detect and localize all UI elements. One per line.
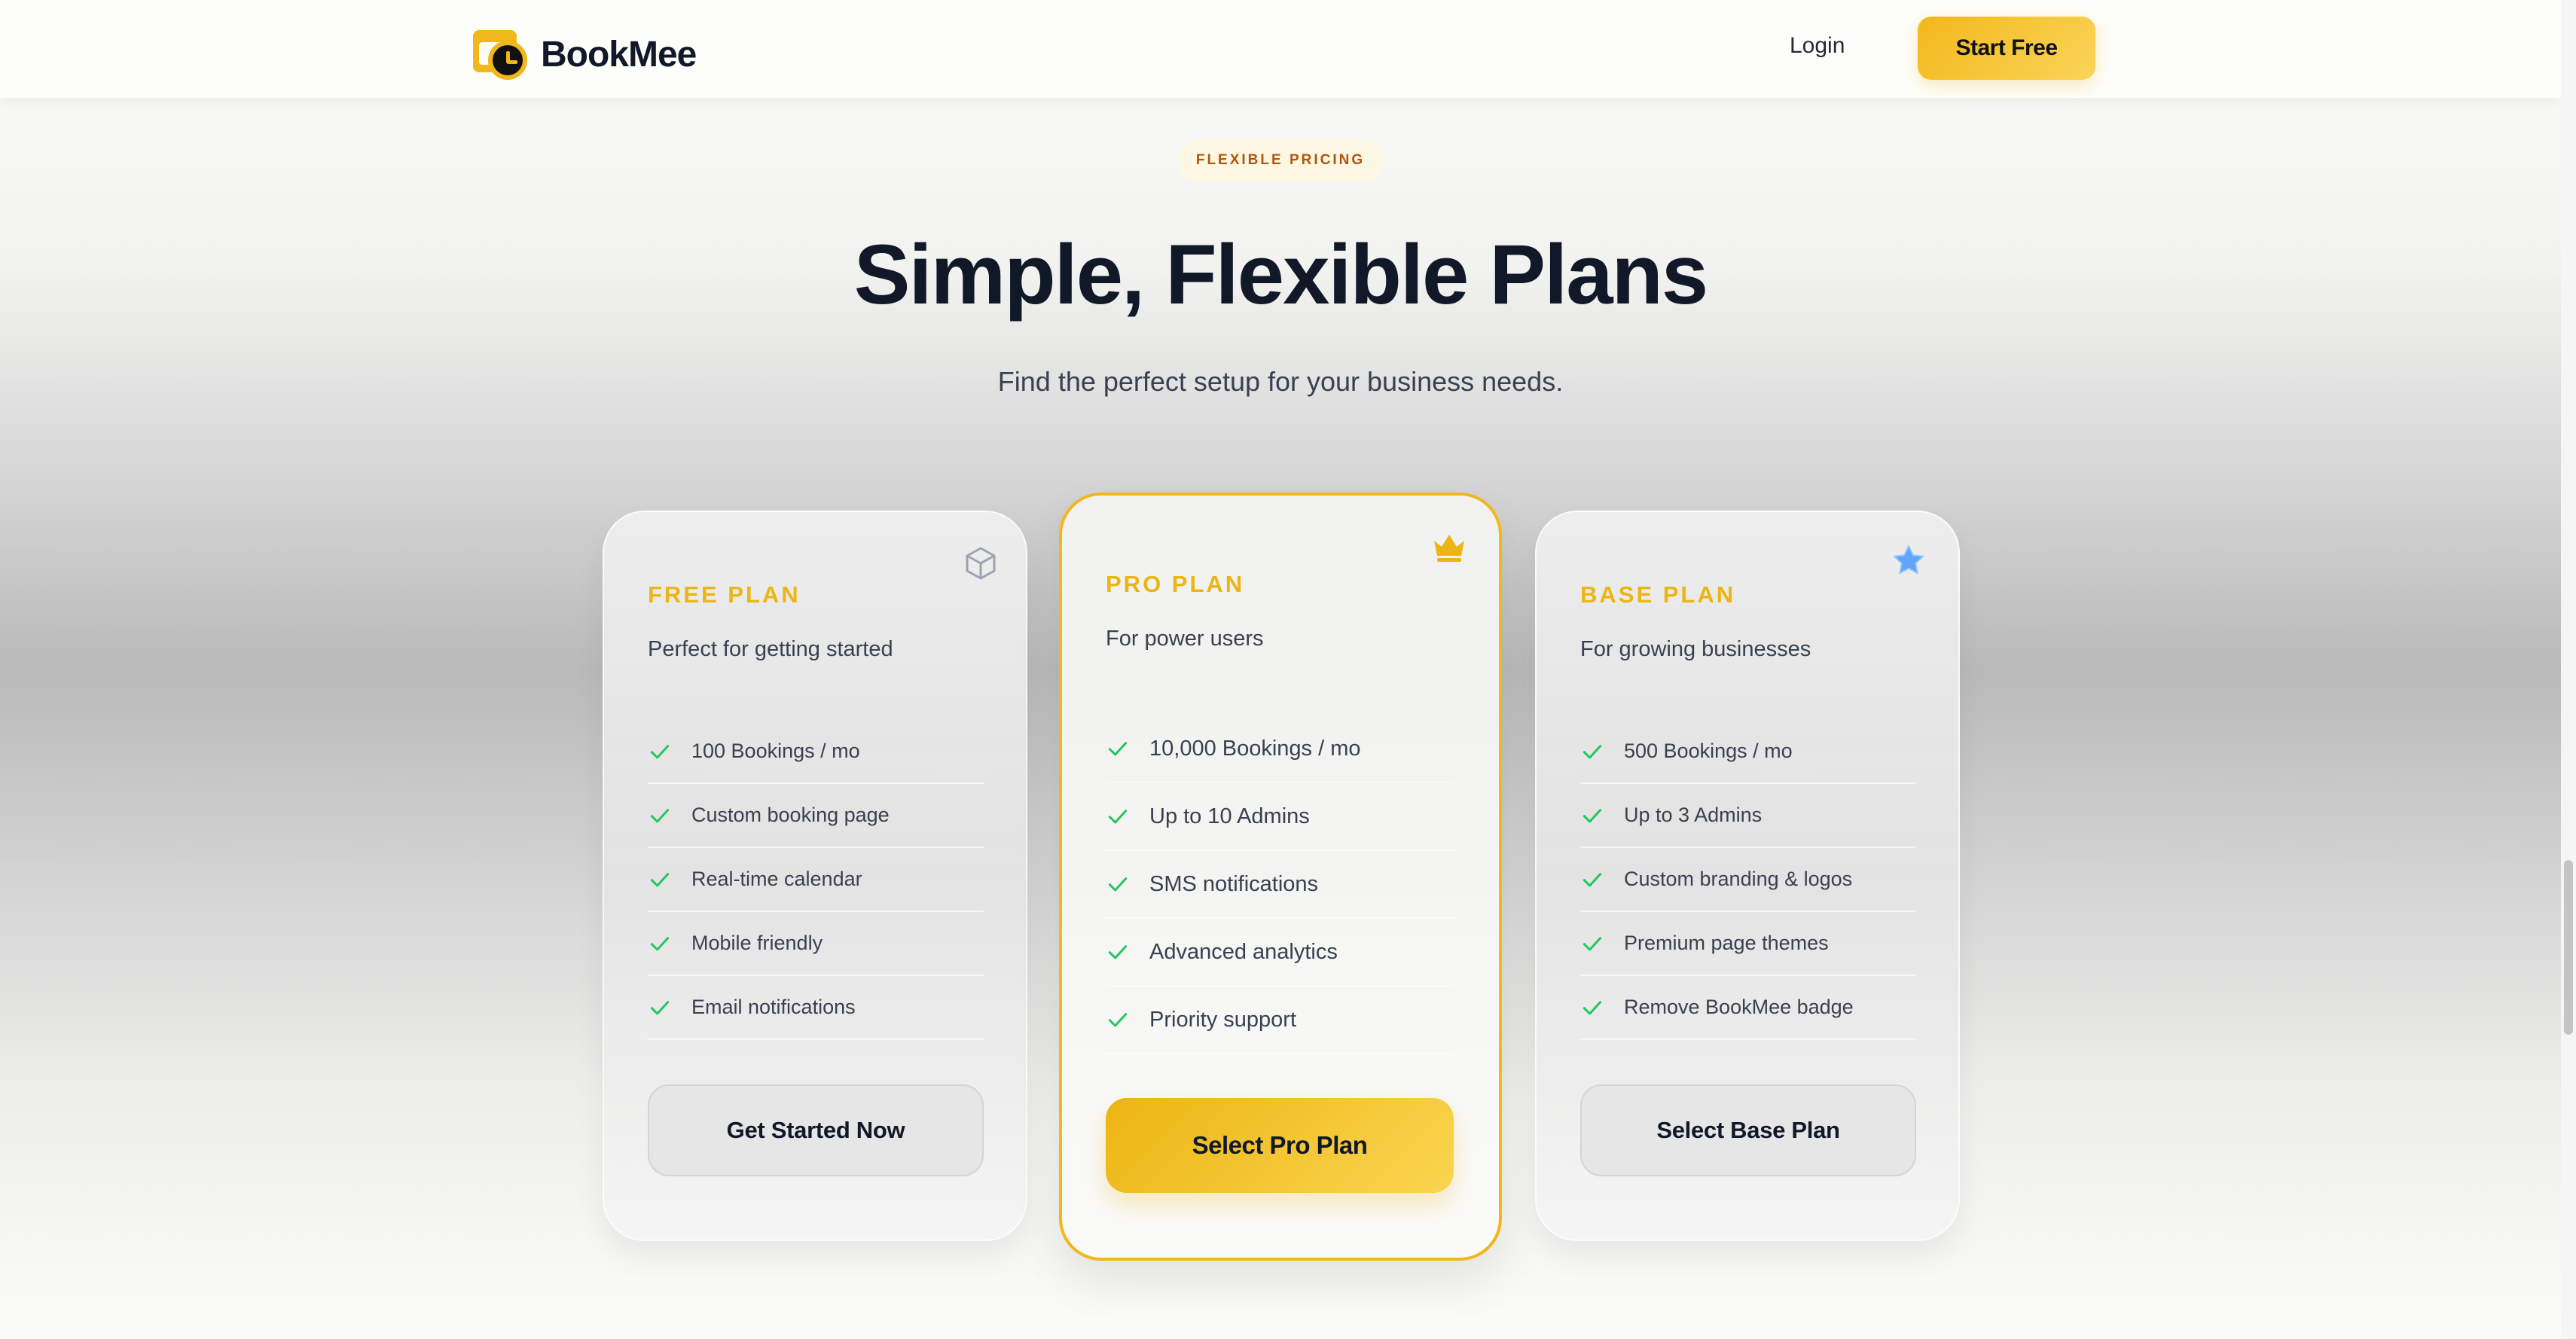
check-icon xyxy=(1583,808,1602,822)
feature-label: 500 Bookings / mo xyxy=(1624,740,1793,762)
check-icon xyxy=(650,808,670,822)
login-link[interactable]: Login xyxy=(1790,33,1845,59)
feature-item: Remove BookMee badge xyxy=(1580,976,1916,1040)
feature-item: Custom branding & logos xyxy=(1580,848,1916,912)
feature-label: Remove BookMee badge xyxy=(1624,996,1854,1018)
feature-label: Custom branding & logos xyxy=(1624,868,1853,890)
check-icon xyxy=(650,872,670,886)
box-icon xyxy=(966,547,996,580)
plan-description: For power users xyxy=(1106,627,1264,651)
brand-logo[interactable]: BookMee xyxy=(472,27,697,81)
check-icon xyxy=(650,744,670,758)
feature-list: 10,000 Bookings / mo Up to 10 Admins SMS… xyxy=(1106,715,1454,1054)
feature-label: 100 Bookings / mo xyxy=(691,740,860,762)
calendar-clock-icon xyxy=(472,27,529,81)
feature-label: Up to 10 Admins xyxy=(1149,804,1310,828)
start-free-button[interactable]: Start Free xyxy=(1918,17,2095,80)
feature-item: Up to 3 Admins xyxy=(1580,784,1916,848)
feature-list: 100 Bookings / mo Custom booking page Re… xyxy=(648,720,984,1040)
crown-icon xyxy=(1434,535,1464,562)
feature-item: 10,000 Bookings / mo xyxy=(1106,715,1454,783)
feature-item: Up to 10 Admins xyxy=(1106,783,1454,851)
feature-item: Email notifications xyxy=(648,976,984,1040)
check-icon xyxy=(1583,936,1602,950)
feature-item: Real-time calendar xyxy=(648,848,984,912)
plan-name: BASE PLAN xyxy=(1580,581,1736,608)
feature-label: Advanced analytics xyxy=(1149,939,1338,964)
feature-label: Email notifications xyxy=(691,996,856,1018)
feature-label: SMS notifications xyxy=(1149,871,1319,896)
brand-name: BookMee xyxy=(541,34,697,75)
plan-card-free: FREE PLAN Perfect for getting started 10… xyxy=(603,511,1027,1241)
scrollbar-thumb[interactable] xyxy=(2564,860,2573,1035)
feature-list: 500 Bookings / mo Up to 3 Admins Custom … xyxy=(1580,720,1916,1040)
top-navbar: BookMee Login Start Free xyxy=(0,0,2561,98)
feature-label: Real-time calendar xyxy=(691,868,862,890)
feature-item: 500 Bookings / mo xyxy=(1580,720,1916,784)
page-subtitle: Find the perfect setup for your business… xyxy=(997,366,1564,397)
feature-label: Up to 3 Admins xyxy=(1624,804,1763,826)
feature-label: Priority support xyxy=(1149,1007,1297,1032)
feature-item: Premium page themes xyxy=(1580,912,1916,976)
check-icon xyxy=(1583,872,1602,886)
check-icon xyxy=(650,936,670,950)
plan-description: Perfect for getting started xyxy=(648,637,893,661)
feature-label: Custom booking page xyxy=(691,804,890,826)
check-icon xyxy=(1583,744,1602,758)
plan-card-base: BASE PLAN For growing businesses 500 Boo… xyxy=(1535,511,1960,1241)
plan-name: FREE PLAN xyxy=(648,581,801,608)
plan-description: For growing businesses xyxy=(1580,637,1811,661)
feature-item: Custom booking page xyxy=(648,784,984,848)
select-pro-plan-button[interactable]: Select Pro Plan xyxy=(1106,1098,1454,1193)
feature-item: Mobile friendly xyxy=(648,912,984,976)
get-started-button[interactable]: Get Started Now xyxy=(648,1084,984,1176)
feature-label: Mobile friendly xyxy=(691,932,823,954)
check-icon xyxy=(650,1000,670,1014)
check-icon xyxy=(1108,810,1128,824)
page-title: Simple, Flexible Plans xyxy=(853,227,1708,322)
feature-label: 10,000 Bookings / mo xyxy=(1149,736,1361,761)
feature-item: Priority support xyxy=(1106,987,1454,1054)
plan-name: PRO PLAN xyxy=(1106,571,1245,597)
pricing-badge: FLEXIBLE PRICING xyxy=(1178,139,1383,182)
feature-label: Premium page themes xyxy=(1624,932,1829,954)
check-icon xyxy=(1108,877,1128,892)
check-icon xyxy=(1583,1000,1602,1014)
check-icon xyxy=(1108,1013,1128,1027)
check-icon xyxy=(1108,945,1128,959)
select-base-plan-button[interactable]: Select Base Plan xyxy=(1580,1084,1916,1176)
feature-item: Advanced analytics xyxy=(1106,919,1454,987)
check-icon xyxy=(1108,742,1128,756)
feature-item: SMS notifications xyxy=(1106,851,1454,919)
feature-item: 100 Bookings / mo xyxy=(648,720,984,784)
star-icon xyxy=(1894,545,1924,575)
page-scrollbar[interactable] xyxy=(2561,0,2576,1339)
plan-card-pro: PRO PLAN For power users 10,000 Bookings… xyxy=(1059,493,1502,1261)
